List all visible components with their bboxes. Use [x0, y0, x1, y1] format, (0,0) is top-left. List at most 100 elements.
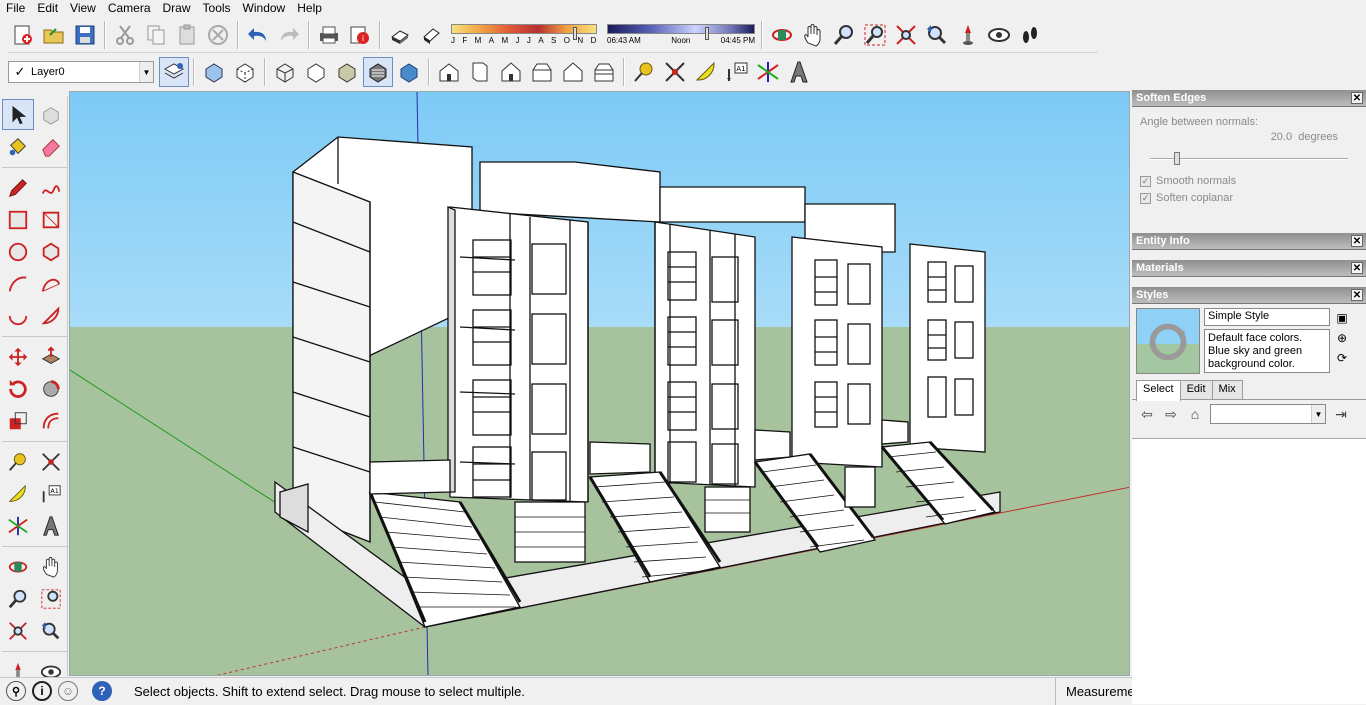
- menu-view[interactable]: View: [64, 0, 102, 17]
- model-viewport[interactable]: [69, 91, 1130, 676]
- shaded-icon[interactable]: [332, 57, 362, 87]
- wireframe-icon[interactable]: [270, 57, 300, 87]
- update-style-icon[interactable]: ⊕: [1334, 330, 1350, 346]
- tape-measure-icon[interactable]: [629, 57, 659, 87]
- styles-header[interactable]: Styles ✕: [1132, 287, 1366, 304]
- right-view-icon[interactable]: [527, 57, 557, 87]
- orbit-icon[interactable]: [2, 551, 34, 582]
- previous-view-icon[interactable]: [922, 20, 952, 50]
- new-file-icon[interactable]: [8, 20, 38, 50]
- back-edges-icon[interactable]: [230, 57, 260, 87]
- tape-measure-icon[interactable]: [2, 446, 34, 477]
- fog-icon[interactable]: [416, 20, 446, 50]
- redo-icon[interactable]: [274, 20, 304, 50]
- close-icon[interactable]: ✕: [1351, 92, 1363, 104]
- copy-icon[interactable]: [141, 20, 171, 50]
- look-around-icon[interactable]: [984, 20, 1014, 50]
- tab-mix[interactable]: Mix: [1211, 380, 1243, 399]
- zoom-icon[interactable]: [829, 20, 859, 50]
- style-name-field[interactable]: Simple Style: [1204, 308, 1330, 326]
- 3d-text-icon[interactable]: [35, 510, 67, 541]
- circle-icon[interactable]: [2, 236, 34, 267]
- three-point-arc-icon[interactable]: [2, 300, 34, 331]
- shaded-textures-icon[interactable]: [363, 57, 393, 87]
- position-camera-icon[interactable]: [953, 20, 983, 50]
- pan-hand-icon[interactable]: [35, 551, 67, 582]
- freehand-icon[interactable]: [35, 172, 67, 203]
- push-pull-icon[interactable]: [35, 341, 67, 372]
- select-arrow-icon[interactable]: [2, 99, 34, 130]
- left-view-icon[interactable]: [589, 57, 619, 87]
- soften-coplanar-checkbox[interactable]: ✓: [1140, 192, 1151, 204]
- layer-select[interactable]: ✓ Layer0 ▼: [8, 61, 154, 83]
- dimension-icon[interactable]: [660, 57, 690, 87]
- menu-window[interactable]: Window: [237, 0, 292, 17]
- close-icon[interactable]: ✕: [1351, 289, 1363, 301]
- axes-icon[interactable]: [2, 510, 34, 541]
- move-icon[interactable]: [2, 341, 34, 372]
- tab-select[interactable]: Select: [1136, 380, 1181, 401]
- style-description-field[interactable]: Default face colors. Blue sky and green …: [1204, 329, 1330, 373]
- soften-coplanar-option[interactable]: ✓ Soften coplanar: [1140, 192, 1358, 204]
- style-library-select[interactable]: ▼: [1210, 404, 1326, 424]
- measurements-box[interactable]: Measurements: [1055, 678, 1132, 705]
- menu-help[interactable]: Help: [291, 0, 328, 17]
- erase-icon[interactable]: [203, 20, 233, 50]
- model-info-icon[interactable]: i: [345, 20, 375, 50]
- geo-location-icon[interactable]: ⚲: [6, 681, 26, 701]
- iso-view-icon[interactable]: [434, 57, 464, 87]
- 3d-text-icon[interactable]: [784, 57, 814, 87]
- smooth-normals-checkbox[interactable]: ✓: [1140, 175, 1151, 187]
- user-account-icon[interactable]: ☺: [58, 681, 78, 701]
- protractor-icon[interactable]: [2, 478, 34, 509]
- pencil-icon[interactable]: [2, 172, 34, 203]
- tab-edit[interactable]: Edit: [1179, 380, 1213, 399]
- forward-arrow-icon[interactable]: ⇨: [1162, 406, 1180, 423]
- menu-draw[interactable]: Draw: [157, 0, 197, 17]
- two-point-arc-icon[interactable]: [35, 268, 67, 299]
- chevron-down-icon[interactable]: ▼: [139, 62, 153, 82]
- zoom-window-icon[interactable]: [35, 583, 67, 614]
- create-style-icon[interactable]: ▣: [1334, 310, 1350, 326]
- rectangle-icon[interactable]: [2, 204, 34, 235]
- text-tool-icon[interactable]: A1: [35, 478, 67, 509]
- home-icon[interactable]: ⌂: [1186, 406, 1204, 422]
- make-component-icon[interactable]: [35, 99, 67, 130]
- front-view-icon[interactable]: [496, 57, 526, 87]
- style-library-list[interactable]: [1132, 438, 1366, 704]
- time-slider[interactable]: 06:43 AM Noon 04:45 PM: [607, 23, 755, 45]
- credits-info-icon[interactable]: i: [32, 681, 52, 701]
- smooth-normals-option[interactable]: ✓ Smooth normals: [1140, 175, 1358, 187]
- save-icon[interactable]: [70, 20, 100, 50]
- protractor-icon[interactable]: [691, 57, 721, 87]
- paste-icon[interactable]: [172, 20, 202, 50]
- monochrome-icon[interactable]: [394, 57, 424, 87]
- menu-edit[interactable]: Edit: [31, 0, 64, 17]
- chevron-down-icon[interactable]: ▼: [1311, 405, 1325, 423]
- menu-tools[interactable]: Tools: [197, 0, 237, 17]
- hidden-line-icon[interactable]: [301, 57, 331, 87]
- materials-header[interactable]: Materials ✕: [1132, 260, 1366, 277]
- zoom-extents-icon[interactable]: [2, 615, 34, 646]
- date-slider[interactable]: J F M A M J J A S O N D: [451, 23, 597, 45]
- menu-file[interactable]: File: [0, 0, 31, 17]
- close-icon[interactable]: ✕: [1351, 262, 1363, 274]
- polygon-icon[interactable]: [35, 236, 67, 267]
- eraser-icon[interactable]: [35, 131, 67, 162]
- rotate-icon[interactable]: [2, 373, 34, 404]
- menu-camera[interactable]: Camera: [102, 0, 157, 17]
- shadows-icon[interactable]: [385, 20, 415, 50]
- arc-icon[interactable]: [2, 268, 34, 299]
- undo-icon[interactable]: [243, 20, 273, 50]
- soften-edges-header[interactable]: Soften Edges ✕: [1132, 90, 1366, 107]
- xray-icon[interactable]: [199, 57, 229, 87]
- open-folder-icon[interactable]: [39, 20, 69, 50]
- pie-icon[interactable]: [35, 300, 67, 331]
- layer-manager-icon[interactable]: [159, 57, 189, 87]
- refresh-icon[interactable]: ⟳: [1334, 350, 1350, 366]
- zoom-icon[interactable]: [2, 583, 34, 614]
- rotated-rectangle-icon[interactable]: [35, 204, 67, 235]
- axes-icon[interactable]: [753, 57, 783, 87]
- help-icon[interactable]: ?: [92, 681, 112, 701]
- zoom-extents-icon[interactable]: [891, 20, 921, 50]
